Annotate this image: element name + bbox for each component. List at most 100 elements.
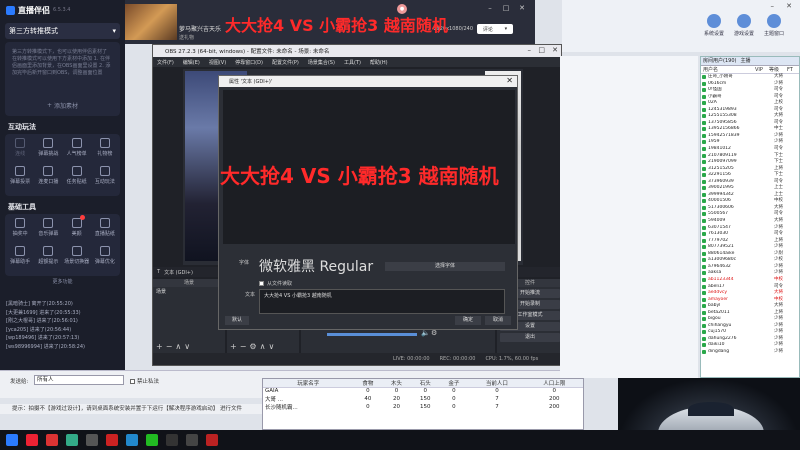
start-icon[interactable] xyxy=(6,434,18,446)
user-status-icon xyxy=(702,277,706,282)
tool-item[interactable]: 人气榜单 xyxy=(64,138,90,164)
table-row[interactable]: GAIA 0 0 0 0 0 0 xyxy=(263,388,583,395)
table-row[interactable]: 长沙随机霸... 0 20 150 0 7 200 xyxy=(263,403,583,411)
menu-tools[interactable]: 工具(T) xyxy=(344,59,361,66)
tool-item[interactable]: 场景切换器 xyxy=(64,246,90,272)
tool-item[interactable]: 弹幕优化 xyxy=(92,246,118,272)
scene-item[interactable]: 场景 xyxy=(153,287,225,296)
tool-item[interactable]: 弹幕投票 xyxy=(7,166,33,192)
tool-item[interactable]: 直播贴纸 xyxy=(92,218,118,244)
tool-item[interactable]: 抽奖中 xyxy=(7,218,33,244)
close-icon[interactable]: ✕ xyxy=(517,4,527,12)
user-status-icon xyxy=(702,264,706,269)
user-status-icon xyxy=(702,147,706,152)
mute-private-checkbox[interactable]: 禁止私法 xyxy=(130,377,159,385)
obs-icon[interactable] xyxy=(166,434,178,446)
minimize-icon[interactable]: – xyxy=(771,2,775,10)
app-icon[interactable] xyxy=(186,434,198,446)
menu-view[interactable]: 视图(V) xyxy=(209,59,226,66)
volume-slider[interactable] xyxy=(327,333,417,336)
add-material-button[interactable]: + 添加素材 xyxy=(9,98,116,112)
tool-item[interactable]: 弹幕助手 xyxy=(7,246,33,272)
tab-game-settings[interactable]: 游戏设置 xyxy=(734,14,754,37)
user-status-icon xyxy=(702,251,706,256)
app-icon[interactable] xyxy=(106,434,118,446)
app-icon[interactable] xyxy=(126,434,138,446)
room-title: 萝马聚兴吉天乐 xyxy=(179,26,222,33)
tab-system-settings[interactable]: 系统设置 xyxy=(704,14,724,37)
user-status-icon xyxy=(702,186,706,191)
overlay-text-top: 大大抢4 VS 小霸抢3 越南随机 xyxy=(225,16,448,35)
minus-icon[interactable]: − xyxy=(240,342,250,351)
app-icon[interactable] xyxy=(66,434,78,446)
chevron-up-icon[interactable]: ∧ xyxy=(175,342,184,351)
list-item[interactable]: dingdang 少将 xyxy=(701,349,799,356)
gear-icon[interactable]: ⚙ xyxy=(431,329,437,337)
tab-room-users[interactable]: 房间用户(190) xyxy=(701,57,738,65)
text-source-icon: T xyxy=(157,269,161,275)
app-icon[interactable] xyxy=(86,434,98,446)
defaults-button[interactable]: 默认 xyxy=(225,316,249,325)
wechat-icon[interactable] xyxy=(146,434,158,446)
tool-item[interactable]: 美颜 xyxy=(64,215,90,244)
room-subtitle: 送礼物 xyxy=(179,35,195,41)
tool-item[interactable]: 超额提示 xyxy=(35,246,61,272)
close-icon[interactable]: ✕ xyxy=(552,46,558,54)
plus-icon: + xyxy=(46,101,52,109)
tool-item[interactable]: 音乐弹幕 xyxy=(35,218,61,244)
app-logo-icon xyxy=(6,5,15,15)
scene-icon xyxy=(71,246,82,256)
menu-help[interactable]: 帮助(H) xyxy=(370,59,388,66)
menu-edit[interactable]: 编辑(E) xyxy=(183,59,200,66)
menu-profile[interactable]: 配置文件(P) xyxy=(272,59,299,66)
user-status-icon xyxy=(702,304,706,309)
menu-file[interactable]: 文件(F) xyxy=(157,59,174,66)
tool-item[interactable]: 礼物榜 xyxy=(92,138,118,164)
cancel-button[interactable]: 取消 xyxy=(485,316,511,325)
mode-select[interactable]: 第三方转推模式 ▾ xyxy=(5,23,120,39)
menu-docks[interactable]: 停靠窗口(D) xyxy=(235,59,263,66)
danmaku-icon xyxy=(43,138,54,148)
gear-icon[interactable]: ⚙ xyxy=(249,342,259,351)
tab-anchor[interactable]: 主播 xyxy=(738,57,752,65)
table-row[interactable]: 大哥 ... 40 20 150 0 7 200 xyxy=(263,395,583,403)
minus-icon[interactable]: − xyxy=(166,342,176,351)
from-file-checkbox[interactable]: 从文件读取 xyxy=(259,280,292,287)
tool-item[interactable]: 连线 xyxy=(7,138,33,164)
tool-item[interactable]: 弹幕挑战 xyxy=(35,138,61,164)
checkbox-box[interactable] xyxy=(130,378,135,384)
chevron-down-icon[interactable]: ∨ xyxy=(184,342,193,351)
speaker-icon[interactable]: 🔈 xyxy=(421,329,430,337)
plus-icon[interactable]: + xyxy=(156,342,166,351)
exit-button[interactable]: 退出 xyxy=(500,333,560,342)
maximize-icon[interactable]: □ xyxy=(538,46,545,54)
pick-font-button[interactable]: 选择字体 xyxy=(385,262,505,271)
tab-theme-window[interactable]: 主题窗口 xyxy=(764,14,784,37)
comment-button[interactable]: 评论 ▾ xyxy=(477,24,513,34)
close-icon[interactable]: ✕ xyxy=(506,76,513,85)
more-functions-button[interactable]: 更多功能 xyxy=(0,276,125,287)
chevron-down-icon[interactable]: ∨ xyxy=(268,342,277,351)
sendto-select[interactable]: 所有人 xyxy=(34,375,124,385)
user-list-tabs: 房间用户(190) 主播 xyxy=(701,57,799,66)
tool-item[interactable]: 互动玩法 xyxy=(92,166,118,192)
minimize-icon[interactable]: – xyxy=(485,4,495,12)
tool-item[interactable]: 任务贴纸 xyxy=(64,166,90,192)
app-icon[interactable] xyxy=(206,434,218,446)
text-input[interactable]: 大大抢4 VS 小霸抢3 越南随机 xyxy=(259,289,505,314)
maximize-icon[interactable]: □ xyxy=(501,4,511,12)
user-list-header: 用户名 VIP 等级 FT xyxy=(701,66,799,74)
menu-scene-collection[interactable]: 场景集合(S) xyxy=(308,59,335,66)
close-icon[interactable]: ✕ xyxy=(786,2,792,10)
ok-button[interactable]: 确定 xyxy=(455,316,481,325)
tool-item[interactable]: 连麦口播 xyxy=(35,166,61,192)
game-icon xyxy=(737,14,751,28)
text-label: 文本 xyxy=(245,292,256,298)
mute-label: 禁止私法 xyxy=(137,379,160,385)
plus-icon[interactable]: + xyxy=(230,342,240,351)
brand-bar: 直播伴侣 6.5.3.4 xyxy=(0,0,125,20)
app-icon[interactable] xyxy=(46,434,58,446)
minimize-icon[interactable]: – xyxy=(528,46,532,54)
checkbox-box[interactable] xyxy=(259,281,264,286)
app-icon[interactable] xyxy=(26,434,38,446)
